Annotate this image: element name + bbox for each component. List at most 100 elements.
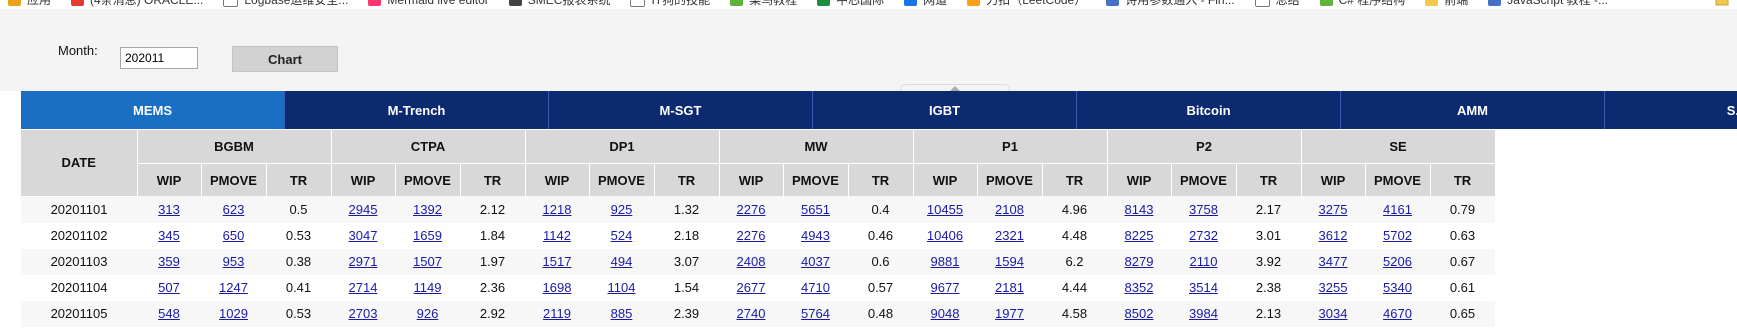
pmove-link[interactable]: 5651 (801, 202, 830, 217)
wip-link[interactable]: 3477 (1319, 254, 1348, 269)
wip-link[interactable]: 3275 (1319, 202, 1348, 217)
bookmark-item[interactable]: 力扣（LeetCode） (967, 0, 1086, 8)
bookmark-folder-icon[interactable] (1715, 0, 1729, 6)
pmove-link[interactable]: 2108 (995, 202, 1024, 217)
wip-link[interactable]: 3255 (1319, 280, 1348, 295)
pmove-link[interactable]: 494 (611, 254, 633, 269)
wip-cell: 359 (137, 248, 201, 275)
table-row: 20201104 507 1247 0.41 2714 1149 2.36 1698 1104 1… (21, 274, 1495, 301)
wip-link[interactable]: 2276 (737, 228, 766, 243)
wip-link[interactable]: 507 (158, 280, 180, 295)
wip-link[interactable]: 1218 (543, 202, 572, 217)
wip-link[interactable]: 1698 (543, 280, 572, 295)
wip-link[interactable]: 2276 (737, 202, 766, 217)
wip-link[interactable]: 8143 (1125, 202, 1154, 217)
bookmark-item[interactable]: 应用 (8, 0, 51, 8)
pmove-link[interactable]: 1594 (995, 254, 1024, 269)
wip-link[interactable]: 2119 (543, 306, 571, 321)
wip-link[interactable]: 9677 (931, 280, 960, 295)
pmove-link[interactable]: 4670 (1383, 306, 1412, 321)
pmove-link[interactable]: 524 (611, 228, 633, 243)
wip-link[interactable]: 313 (158, 202, 180, 217)
wip-link[interactable]: 2971 (349, 254, 378, 269)
wip-link[interactable]: 10455 (927, 202, 963, 217)
bookmark-item[interactable]: 前端 (1425, 0, 1468, 8)
tab-m-sgt[interactable]: M-SGT (549, 91, 813, 129)
wip-link[interactable]: 3047 (349, 228, 378, 243)
wip-link[interactable]: 2703 (349, 306, 378, 321)
pmove-link[interactable]: 4161 (1383, 202, 1412, 217)
tr-cell: 0.4 (848, 196, 913, 223)
wip-link[interactable]: 548 (158, 306, 180, 321)
pmove-link[interactable]: 5764 (801, 306, 830, 321)
wip-link[interactable]: 8502 (1125, 306, 1154, 321)
wip-link[interactable]: 3034 (1319, 306, 1348, 321)
pmove-link[interactable]: 5702 (1383, 228, 1412, 243)
tab-amm[interactable]: AMM (1341, 91, 1605, 129)
bookmark-item[interactable]: SMEC报表系统 (508, 0, 610, 8)
pmove-link[interactable]: 1507 (413, 254, 442, 269)
month-input[interactable] (120, 47, 198, 69)
pmove-link[interactable]: 1149 (414, 280, 442, 295)
bookmark-item[interactable]: 中芯国际 (817, 0, 884, 8)
bookmark-item[interactable]: 网道 (904, 0, 947, 8)
bookmark-item[interactable]: C# 程序结构 (1319, 0, 1405, 8)
wip-cell: 2740 (719, 300, 783, 327)
bookmark-item[interactable]: 总结 (1254, 0, 1300, 8)
wip-link[interactable]: 1517 (543, 254, 572, 269)
sub-header-wip: WIP (719, 163, 784, 196)
wip-link[interactable]: 2408 (737, 254, 766, 269)
wip-link[interactable]: 10406 (927, 228, 963, 243)
pmove-link[interactable]: 2110 (1190, 254, 1218, 269)
bookmark-item[interactable]: Mermaid live editor (368, 0, 489, 7)
pmove-link[interactable]: 1104 (608, 280, 636, 295)
tab-m-trench[interactable]: M-Trench (285, 91, 549, 129)
tab-mems[interactable]: MEMS (21, 91, 285, 129)
pmove-link[interactable]: 953 (223, 254, 245, 269)
pmove-link[interactable]: 885 (611, 306, 633, 321)
wip-link[interactable]: 1142 (543, 228, 571, 243)
chart-button[interactable]: Chart (232, 46, 338, 72)
wip-link[interactable]: 9048 (931, 306, 960, 321)
tab-bitcoin[interactable]: Bitcoin (1077, 91, 1341, 129)
pmove-link[interactable]: 3758 (1189, 202, 1218, 217)
pmove-link[interactable]: 1659 (413, 228, 442, 243)
pmove-link[interactable]: 623 (223, 202, 245, 217)
pmove-link[interactable]: 3984 (1189, 306, 1218, 321)
pmove-link[interactable]: 925 (611, 202, 633, 217)
tab-igbt[interactable]: IGBT (813, 91, 1077, 129)
pmove-link[interactable]: 2181 (995, 280, 1024, 295)
bookmark-item[interactable]: 诗用参数通入 - Fin... (1106, 0, 1235, 8)
bookmark-item[interactable]: IT狗的技能 (630, 0, 710, 8)
wip-link[interactable]: 2677 (737, 280, 766, 295)
bookmark-item[interactable]: (4条消息) ORACLE... (71, 0, 203, 8)
pmove-link[interactable]: 5206 (1383, 254, 1412, 269)
pmove-link[interactable]: 650 (223, 228, 245, 243)
pmove-link[interactable]: 5340 (1383, 280, 1412, 295)
pmove-link[interactable]: 926 (417, 306, 439, 321)
bookmark-item[interactable]: Logbase运维安全... (223, 0, 348, 8)
wip-link[interactable]: 8225 (1125, 228, 1154, 243)
pmove-link[interactable]: 1977 (995, 306, 1024, 321)
wip-link[interactable]: 359 (158, 254, 180, 269)
wip-link[interactable]: 345 (158, 228, 180, 243)
wip-link[interactable]: 3612 (1319, 228, 1348, 243)
wip-link[interactable]: 2945 (349, 202, 378, 217)
wip-link[interactable]: 2740 (737, 306, 766, 321)
tab-s[interactable]: S... (1605, 91, 1737, 129)
pmove-link[interactable]: 4943 (801, 228, 830, 243)
bookmark-item[interactable]: JavaScript 教程 -... (1488, 0, 1608, 8)
pmove-link[interactable]: 2732 (1189, 228, 1218, 243)
pmove-link[interactable]: 2321 (995, 228, 1024, 243)
wip-link[interactable]: 8279 (1125, 254, 1154, 269)
pmove-link[interactable]: 1247 (219, 280, 248, 295)
wip-link[interactable]: 8352 (1125, 280, 1154, 295)
bookmark-item[interactable]: 菜鸟教程 (730, 0, 797, 8)
pmove-link[interactable]: 3514 (1189, 280, 1218, 295)
pmove-link[interactable]: 4037 (801, 254, 830, 269)
wip-link[interactable]: 2714 (349, 280, 378, 295)
pmove-link[interactable]: 1392 (413, 202, 442, 217)
wip-link[interactable]: 9881 (931, 254, 960, 269)
pmove-link[interactable]: 4710 (801, 280, 830, 295)
pmove-link[interactable]: 1029 (219, 306, 248, 321)
